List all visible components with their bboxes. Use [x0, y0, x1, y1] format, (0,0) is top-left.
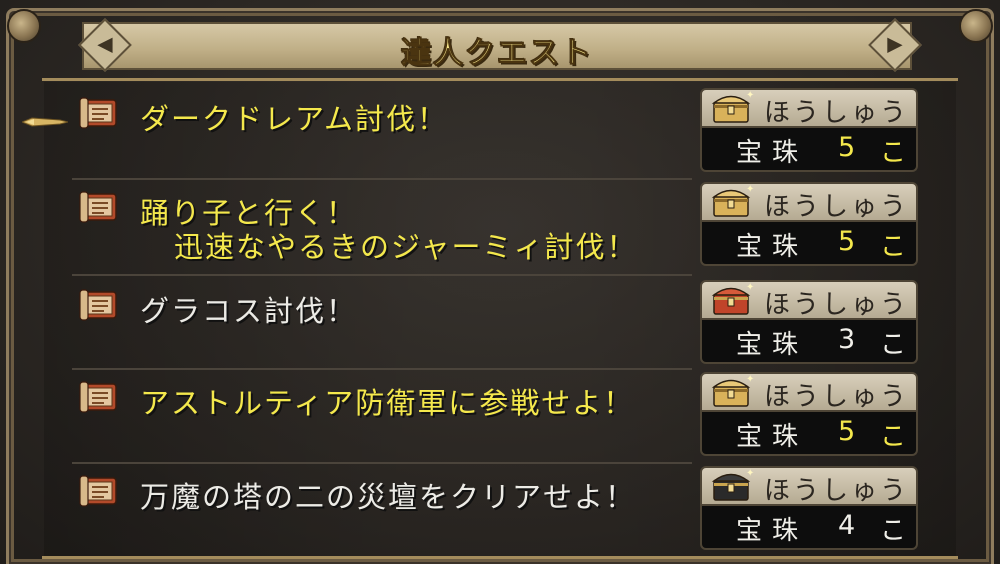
- reward-detail: 宝珠 3 こ: [700, 320, 918, 364]
- reward-detail: 宝珠 4 こ: [700, 506, 918, 550]
- reward-box: ✦ ほうしゅう宝珠 5 こ: [700, 372, 918, 456]
- reward-label: ほうしゅう: [764, 192, 910, 222]
- quest-row[interactable]: 踊り子と行く！ 迅速なやるきのジャーミィ討伐！ ✦ ほうしゅう 宝珠 5 こ: [50, 182, 960, 272]
- corner-ornament-icon: [959, 9, 993, 43]
- reward-unit: こ: [880, 422, 907, 452]
- row-divider: [72, 274, 692, 276]
- row-divider: [72, 368, 692, 370]
- reward-item-name: 宝珠: [736, 138, 809, 168]
- svg-text:✦: ✦: [746, 282, 754, 293]
- arrow-right-icon: ▶: [887, 31, 903, 56]
- svg-text:✦: ✦: [746, 374, 754, 385]
- reward-unit: こ: [880, 516, 907, 546]
- svg-text:✦: ✦: [746, 90, 754, 101]
- red-chest-icon: ✦: [710, 280, 754, 318]
- black-chest-icon: ✦: [710, 466, 754, 504]
- arrow-left-icon: ◀: [97, 31, 113, 56]
- reward-label: ほうしゅう: [764, 382, 910, 412]
- reward-count: 5: [838, 416, 856, 447]
- reward-count: 4: [838, 510, 856, 541]
- quest-title: アストルティア防衛軍に参戦せよ！: [140, 386, 635, 420]
- reward-box: ✦ ほうしゅう宝珠 3 こ: [700, 280, 918, 364]
- divider: [42, 556, 958, 559]
- reward-item-name: 宝珠: [736, 232, 809, 262]
- reward-count: 5: [838, 132, 856, 163]
- gold-chest-icon: ✦: [710, 372, 754, 410]
- reward-label: ほうしゅう: [764, 290, 910, 320]
- title-bar: 達人クエスト: [82, 22, 912, 72]
- quest-scroll-icon: [78, 380, 122, 414]
- reward-count: 5: [838, 226, 856, 257]
- reward-unit: こ: [880, 138, 907, 168]
- reward-unit: こ: [880, 330, 907, 360]
- gold-chest-icon: ✦: [710, 88, 754, 126]
- reward-detail: 宝珠 5 こ: [700, 412, 918, 456]
- reward-unit: こ: [880, 232, 907, 262]
- divider: [42, 78, 958, 81]
- reward-item-name: 宝珠: [736, 422, 809, 452]
- corner-ornament-icon: [7, 9, 41, 43]
- reward-header: ✦ ほうしゅう: [700, 466, 918, 506]
- row-divider: [72, 178, 692, 180]
- reward-header: ✦ ほうしゅう: [700, 372, 918, 412]
- quest-scroll-icon: [78, 190, 122, 224]
- reward-header: ✦ ほうしゅう: [700, 280, 918, 320]
- quest-title: 万魔の塔の二の災壇をクリアせよ！: [140, 480, 637, 514]
- quest-row[interactable]: ダークドレアム討伐！ ✦ ほうしゅう宝珠 5 こ: [50, 88, 960, 178]
- svg-text:✦: ✦: [746, 184, 754, 195]
- quest-window: 達人クエスト ◀ ▶ ダークドレアム討伐！ ✦ ほうしゅう 宝珠 5 こ踊り子と行く！ 迅速…: [0, 0, 1000, 564]
- reward-count: 3: [838, 324, 856, 355]
- quest-row[interactable]: グラコス討伐！ ✦ ほうしゅう宝珠 3 こ: [50, 280, 960, 370]
- quest-scroll-icon: [78, 474, 122, 508]
- reward-label: ほうしゅう: [764, 476, 910, 506]
- reward-item-name: 宝珠: [736, 516, 809, 546]
- reward-box: ✦ ほうしゅう宝珠 4 こ: [700, 466, 918, 550]
- quest-title: ダークドレアム討伐！: [140, 102, 448, 136]
- reward-box: ✦ ほうしゅう宝珠 5 こ: [700, 88, 918, 172]
- quest-scroll-icon: [78, 96, 122, 130]
- quest-row[interactable]: 万魔の塔の二の災壇をクリアせよ！ ✦ ほうしゅう宝珠 4 こ: [50, 466, 960, 556]
- gold-chest-icon: ✦: [710, 182, 754, 220]
- quest-title: 迅速なやるきのジャーミィ討伐！: [174, 230, 638, 264]
- reward-header: ✦ ほうしゅう: [700, 182, 918, 222]
- reward-detail: 宝珠 5 こ: [700, 222, 918, 266]
- reward-label: ほうしゅう: [764, 98, 910, 128]
- quest-title: グラコス討伐！: [140, 294, 358, 328]
- quest-scroll-icon: [78, 288, 122, 322]
- row-divider: [72, 462, 692, 464]
- quest-row[interactable]: アストルティア防衛軍に参戦せよ！ ✦ ほうしゅう宝珠 5 こ: [50, 372, 960, 462]
- svg-text:✦: ✦: [746, 468, 754, 479]
- reward-box: ✦ ほうしゅう宝珠 5 こ: [700, 182, 918, 266]
- reward-header: ✦ ほうしゅう: [700, 88, 918, 128]
- reward-item-name: 宝珠: [736, 330, 809, 360]
- reward-detail: 宝珠 5 こ: [700, 128, 918, 172]
- window-title: 達人クエスト: [401, 36, 593, 72]
